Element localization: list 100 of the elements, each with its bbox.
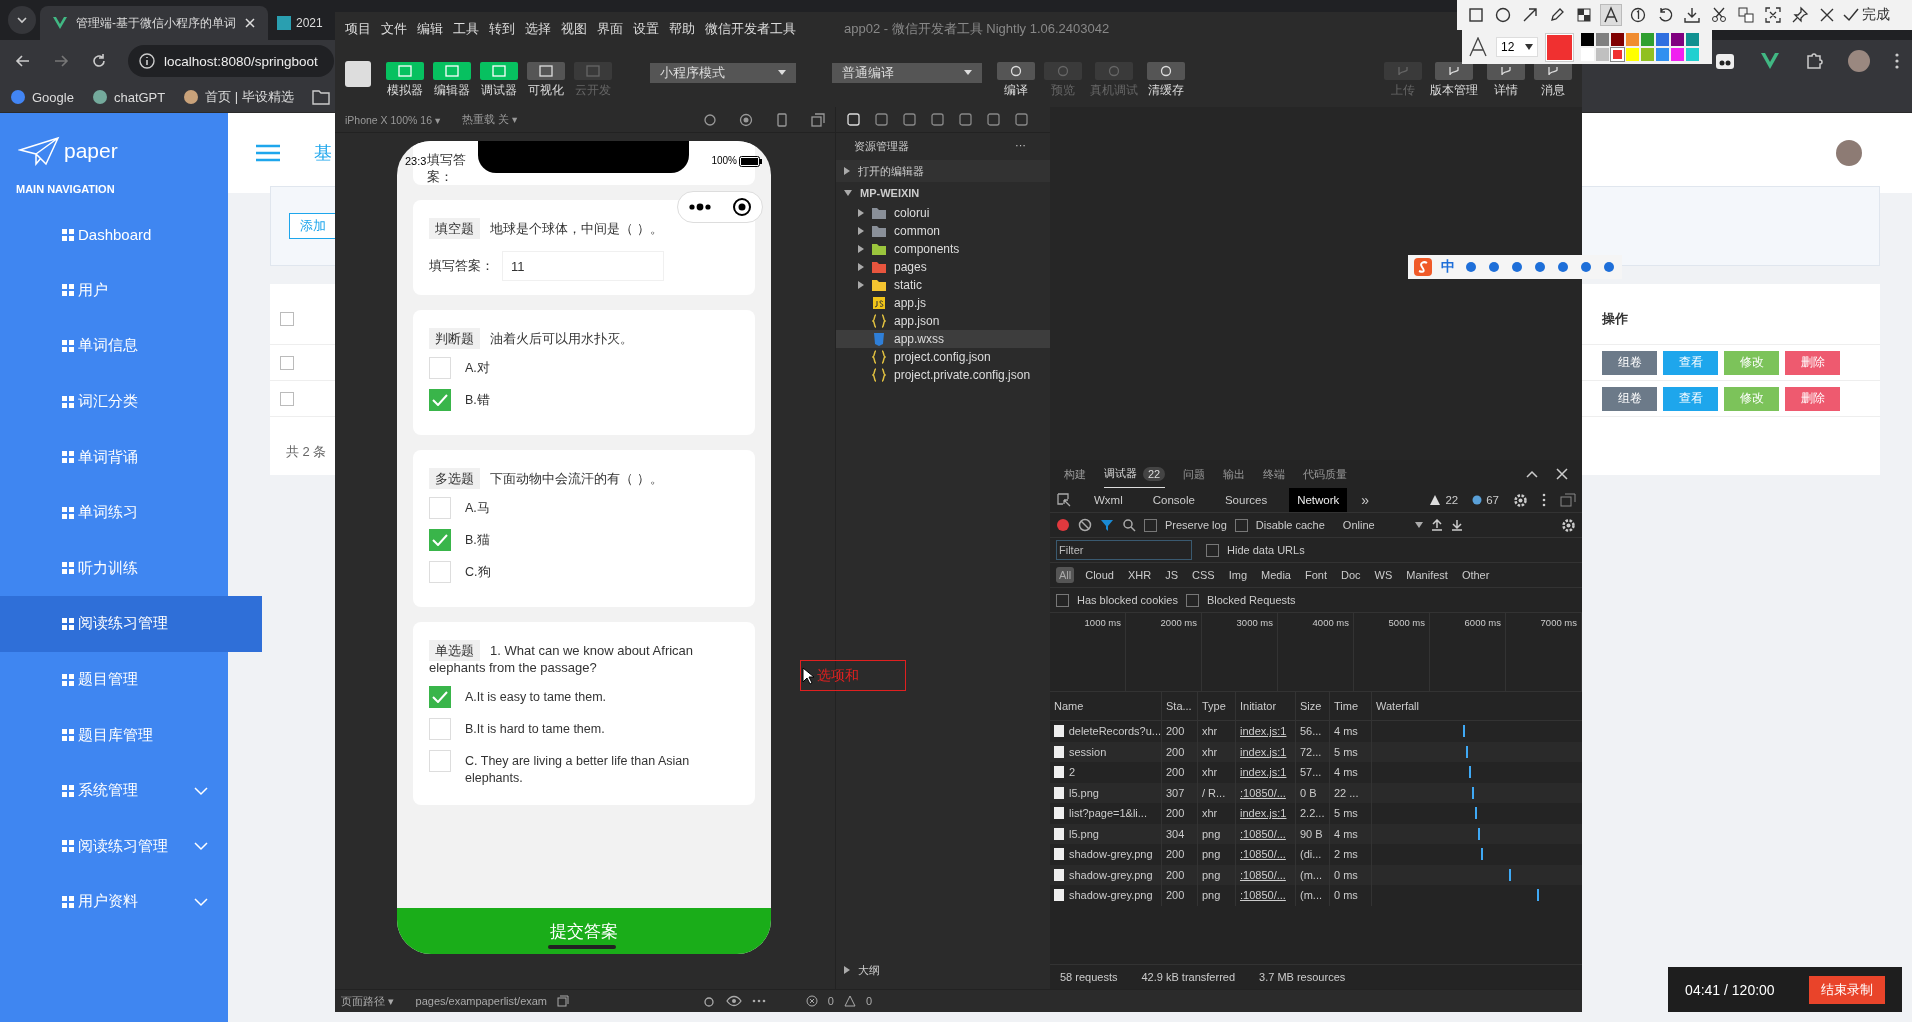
more-tabs-button[interactable]: » (1361, 492, 1370, 508)
color-swatch[interactable] (1686, 33, 1699, 46)
record-icon[interactable] (1056, 518, 1070, 532)
bookmark-link[interactable]: Google (10, 89, 74, 105)
filter-icon[interactable] (1100, 518, 1114, 532)
initiator-link[interactable]: :10850/... (1236, 844, 1296, 865)
checkbox[interactable] (280, 355, 294, 370)
stop-recording-button[interactable]: 结束录制 (1808, 975, 1885, 1004)
color-swatch[interactable] (1641, 33, 1654, 46)
devtools-tab[interactable]: Sources (1216, 488, 1276, 512)
browser-tab[interactable]: 2021 (272, 6, 323, 40)
nav-item[interactable]: 单词信息 (0, 318, 228, 374)
color-swatch[interactable] (1656, 48, 1669, 61)
nav-item[interactable]: 阅读练习管理 (0, 818, 228, 875)
ime-tool-icon[interactable] (1579, 260, 1593, 274)
file-item[interactable]: static (836, 276, 1050, 294)
color-swatch[interactable] (1626, 33, 1639, 46)
checkbox[interactable] (1056, 593, 1069, 607)
font-size-select[interactable]: 12 (1496, 37, 1538, 57)
ime-tool-icon[interactable] (1556, 260, 1570, 274)
bookmark-link[interactable]: chatGPT (91, 89, 166, 105)
menu-item[interactable]: 选择 (525, 19, 551, 38)
close-icon[interactable] (244, 17, 256, 29)
sidebar-tool-icon[interactable] (958, 112, 973, 127)
current-color[interactable] (1546, 33, 1573, 61)
rotate-icon[interactable] (703, 112, 717, 127)
type-filter-button[interactable]: Cloud (1082, 567, 1117, 583)
nav-item[interactable]: 听力训练 (0, 540, 228, 597)
color-swatch[interactable] (1671, 33, 1684, 46)
menu-item[interactable]: 设置 (633, 19, 659, 38)
file-item[interactable]: project.private.config.json (836, 366, 1050, 384)
clear-icon[interactable] (1078, 518, 1092, 532)
view-toggle[interactable]: 可视化 (526, 62, 565, 99)
ime-tool-icon[interactable] (1533, 260, 1547, 274)
search-icon[interactable] (1122, 518, 1136, 532)
window-icon[interactable] (811, 112, 825, 127)
column-header[interactable]: Name (1050, 692, 1162, 720)
initiator-link[interactable]: :10850/... (1236, 782, 1296, 803)
reload-icon[interactable] (90, 52, 108, 70)
color-swatch[interactable] (1611, 33, 1624, 46)
menu-item[interactable]: 编辑 (417, 19, 443, 38)
ime-tool-icon[interactable] (1464, 260, 1478, 274)
settings-icon[interactable] (1561, 517, 1576, 533)
url-field[interactable]: localhost:8080/springboot (128, 45, 334, 77)
initiator-link[interactable]: :10850/... (1236, 823, 1296, 844)
devtools-tab[interactable]: Console (1144, 488, 1203, 512)
panel-tab[interactable]: 输出 (1223, 460, 1246, 488)
color-swatch[interactable] (1596, 33, 1609, 46)
scan-tool-icon[interactable] (1762, 4, 1784, 26)
puzzle-icon[interactable] (1804, 51, 1824, 71)
checkbox[interactable] (1144, 518, 1157, 532)
translate-tool-icon[interactable] (1735, 4, 1757, 26)
view-toggle[interactable]: 编辑器 (432, 62, 471, 99)
nav-item[interactable]: 阅读练习管理 (0, 596, 262, 652)
menu-item[interactable]: 工具 (453, 19, 479, 38)
text-tool-icon[interactable] (1600, 4, 1622, 26)
collapse-icon[interactable] (1526, 469, 1538, 479)
menu-item[interactable]: 视图 (561, 19, 587, 38)
type-filter-button[interactable]: WS (1371, 567, 1396, 583)
panel-tab[interactable]: 调试器 22 (1104, 460, 1166, 488)
done-button[interactable]: 完成 (1843, 6, 1890, 24)
sidebar-tool-icon[interactable] (986, 112, 1001, 127)
toolbar-button[interactable]: 版本管理 (1430, 62, 1478, 99)
avatar[interactable] (1848, 50, 1870, 72)
copy-icon[interactable] (557, 995, 570, 1007)
nav-item[interactable]: 题目库管理 (0, 707, 228, 763)
column-header[interactable]: Initiator (1236, 692, 1296, 720)
panel-tab[interactable]: 问题 (1183, 460, 1206, 488)
color-swatch[interactable] (1626, 48, 1639, 61)
nav-item[interactable]: 题目管理 (0, 651, 228, 708)
panel-tab[interactable]: 终端 (1263, 460, 1286, 488)
column-header[interactable]: Type (1198, 692, 1236, 720)
option-checkbox[interactable] (429, 529, 451, 551)
type-filter-button[interactable]: Other (1458, 567, 1493, 583)
option-checkbox[interactable] (429, 389, 451, 411)
file-item[interactable]: pages (836, 258, 1050, 276)
robot-icon[interactable] (1714, 51, 1736, 71)
dock-icon[interactable] (1560, 493, 1576, 507)
devtools-tab[interactable]: Network (1289, 488, 1348, 512)
color-swatch[interactable] (1686, 48, 1699, 61)
initiator-link[interactable]: index.js:1 (1236, 741, 1296, 762)
type-filter-button[interactable]: JS (1162, 567, 1182, 583)
bug-icon[interactable] (701, 994, 716, 1008)
nav-item[interactable]: 单词背诵 (0, 429, 228, 485)
type-filter-button[interactable]: Img (1225, 567, 1251, 583)
initiator-link[interactable]: index.js:1 (1236, 721, 1296, 742)
ime-tool-icon[interactable] (1487, 260, 1501, 274)
eye-icon[interactable] (725, 995, 742, 1007)
file-item[interactable]: common (836, 222, 1050, 240)
kebab-icon[interactable] (1542, 493, 1546, 507)
nav-item[interactable]: 词汇分类 (0, 373, 228, 430)
settings-icon[interactable] (1513, 492, 1528, 508)
panel-tab[interactable]: 代码质量 (1303, 460, 1348, 488)
type-filter-button[interactable]: XHR (1125, 567, 1155, 583)
initiator-link[interactable]: :10850/... (1236, 885, 1296, 906)
more-icon[interactable] (688, 203, 711, 211)
download-icon[interactable] (1450, 519, 1463, 531)
page-path-select[interactable]: 页面路径 ▾ (341, 993, 394, 1009)
color-swatch[interactable] (1581, 33, 1594, 46)
vue-icon[interactable] (1760, 52, 1780, 70)
